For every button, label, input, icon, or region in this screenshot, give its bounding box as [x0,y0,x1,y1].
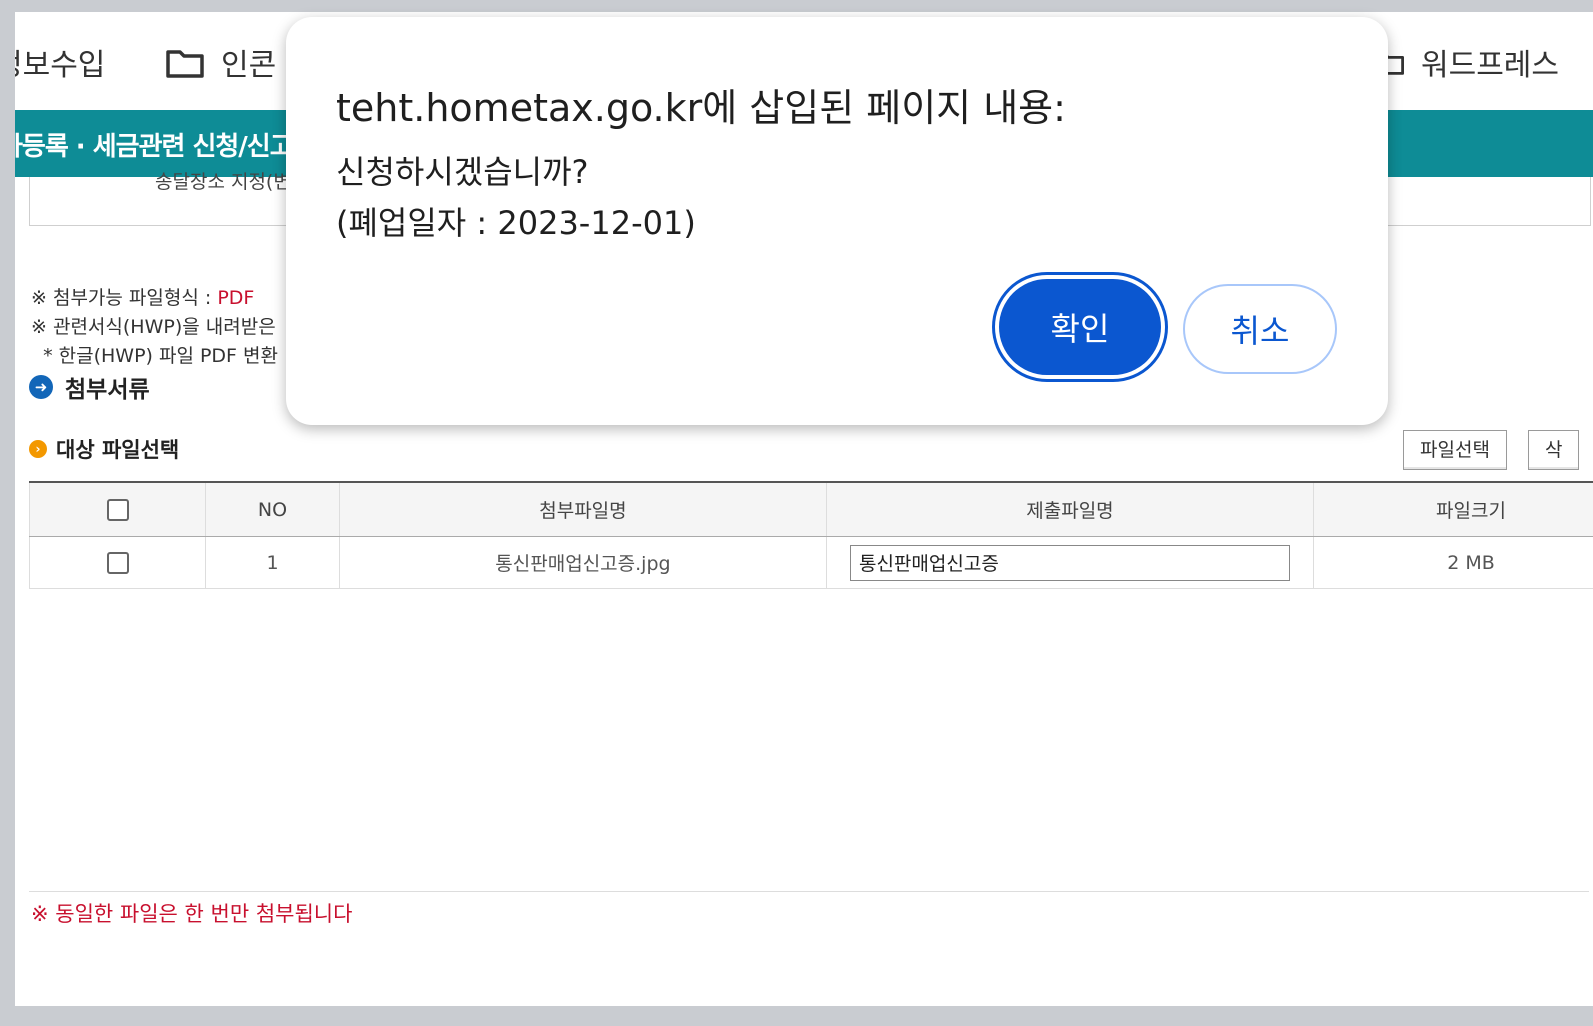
confirm-dialog: teht.hometax.go.kr에 삽입된 페이지 내용: 신청하시겠습니까… [286,17,1388,425]
chevron-right-icon: › [29,440,47,458]
note-pdf-format: PDF [217,287,255,309]
note-text: ※ 첨부가능 파일형식 : [31,287,218,309]
row-checkbox[interactable] [106,551,129,574]
header-no: NO [205,481,340,537]
ok-button[interactable]: 확인 [999,279,1161,375]
banner-title: 자등록 · 세금관련 신청/신고 [15,132,294,162]
row-submit-name-cell: 통신판매업신고증 [826,536,1314,589]
dialog-message-line-2: (폐업일자 : 2023-12-01) [336,204,696,242]
table-header-row: NO 첨부파일명 제출파일명 파일크기 [28,481,1593,537]
arrow-right-icon: ➜ [29,375,53,399]
header-size: 파일크기 [1313,481,1593,537]
file-list-area [29,596,1589,892]
file-select-title: › 대상 파일선택 [29,434,179,464]
row-size: 2 MB [1313,536,1593,589]
bookmark-label: 정보수입 [15,48,106,83]
row-select-cell [28,536,207,589]
dialog-message-line-1: 신청하시겠습니까? [336,153,589,191]
select-all-checkbox[interactable] [106,498,129,521]
dialog-message: 신청하시겠습니까? (폐업일자 : 2023-12-01) [336,147,696,249]
submit-name-input[interactable]: 통신판매업신고증 [849,544,1290,581]
select-file-button[interactable]: 파일선택 [1403,430,1507,470]
note-line-2: ※ 관련서식(HWP)을 내려받은 [31,316,276,338]
bookmark-item-3[interactable]: 워드프레스 [1373,40,1559,87]
folder-icon [165,47,205,87]
notes: ※ 첨부가능 파일형식 : PDF ※ 관련서식(HWP)을 내려받은 * 한글… [31,284,278,371]
note-line-1: ※ 첨부가능 파일형식 : PDF [31,284,278,313]
section-attachments: ➜ 첨부서류 [29,370,150,404]
note-line-3: * 한글(HWP) 파일 PDF 변환 [31,345,278,367]
header-select-all [28,481,207,537]
file-select-label: 대상 파일선택 [56,438,180,462]
bookmark-label: 워드프레스 [1421,48,1559,83]
header-submit-name: 제출파일명 [826,481,1314,537]
row-no: 1 [205,536,340,589]
delete-file-button[interactable]: 삭 [1528,430,1580,470]
cancel-button[interactable]: 취소 [1183,284,1337,374]
row-attach-name: 통신판매업신고증.jpg [339,536,827,589]
bookmark-item-1[interactable]: 정보수입 [15,40,105,84]
section-title: 첨부서류 [65,377,150,403]
dialog-title: teht.hometax.go.kr에 삽입된 페이지 내용: [336,86,1066,130]
header-attach-name: 첨부파일명 [339,481,827,537]
bookmark-label: 인콘 [221,48,277,83]
previous-section-text: 송달장소 지정(변 [155,171,291,193]
attachment-table: NO 첨부파일명 제출파일명 파일크기 1 통신판매업신고증.jpg 통신판매업… [28,481,1593,589]
bookmark-item-2[interactable]: 인콘 [165,40,276,87]
duplicate-warning: ※ 동일한 파일은 한 번만 첨부됩니다 [31,902,353,926]
table-row: 1 통신판매업신고증.jpg 통신판매업신고증 2 MB [28,536,1593,589]
